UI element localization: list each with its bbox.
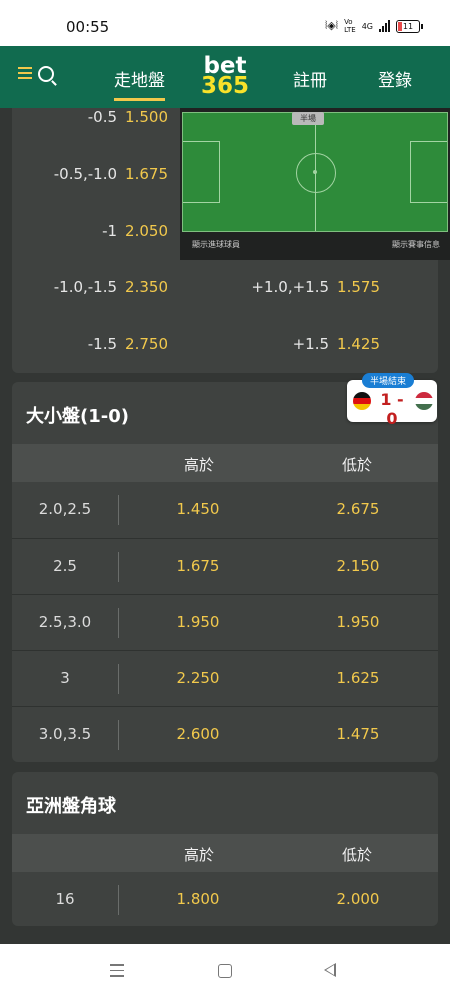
hungary-flag-icon (415, 392, 433, 410)
odds-under[interactable]: 2.150 (278, 557, 438, 575)
odds-over[interactable]: 1.800 (118, 890, 278, 908)
top-nav: 走地盤 bet 365 註冊 登錄 (0, 46, 450, 108)
handicap-odd-home-4[interactable]: -1.0,-1.5 2.350 (54, 278, 168, 296)
column-over: 高於 (184, 456, 215, 474)
match-tracker[interactable]: 半場 顯示進球球員 顯示賽事信息 (180, 108, 450, 260)
show-scorers-link[interactable]: 顯示進球球員 (192, 239, 240, 250)
odds-over[interactable]: 1.675 (118, 557, 278, 575)
asian-corners-card: 亞洲盤角球 高於 低於 16 1.800 2.000 (12, 772, 438, 926)
table-row: 3.0,3.5 2.600 1.475 (12, 706, 438, 763)
over-under-card: 大小盤(1-0) 高於 低於 2.0,2.5 1.450 2.675 2.5 1… (12, 382, 438, 762)
home-icon[interactable] (218, 964, 232, 978)
odds-under[interactable]: 2.000 (278, 890, 438, 908)
odds-under[interactable]: 1.950 (278, 613, 438, 631)
login-button[interactable]: 登錄 (378, 66, 412, 91)
handicap-odd-home-2[interactable]: -0.5,-1.0 1.675 (54, 165, 168, 183)
show-match-info-link[interactable]: 顯示賽事信息 (392, 239, 440, 250)
home-score: 1 (380, 390, 392, 409)
signal-icon (379, 20, 390, 32)
market-content: -0.5 1.500 -0.5,-1.0 1.675 -1 2.050 -1.0,-1… (0, 108, 450, 944)
handicap-odd-home-3[interactable]: -1 2.050 (102, 222, 168, 240)
status-time: 00:55 (66, 18, 110, 36)
handicap-odd-home-5[interactable]: -1.5 2.750 (88, 335, 168, 353)
back-icon[interactable] (324, 963, 336, 977)
handicap-odd-home-1[interactable]: -0.5 1.500 (88, 108, 168, 126)
handicap-odd-away-4[interactable]: +1.0,+1.5 1.575 (251, 278, 380, 296)
odds-over[interactable]: 2.250 (118, 669, 278, 687)
odds-under[interactable]: 1.625 (278, 669, 438, 687)
recent-apps-icon[interactable] (110, 964, 124, 981)
status-icons: ⦚◈⦚ Vo LTE 4G 11 (325, 18, 423, 34)
network-type: 4G (361, 21, 373, 31)
vibrate-icon: ⦚◈⦚ (325, 19, 339, 32)
status-bar: 00:55 ⦚◈⦚ Vo LTE 4G 11 (0, 0, 450, 46)
period-label: 半場 (292, 112, 324, 125)
system-nav-bar (0, 944, 450, 1000)
volte-icon: Vo LTE (344, 18, 356, 34)
register-button[interactable]: 註冊 (293, 66, 327, 91)
menu-icon[interactable] (18, 67, 32, 81)
tab-live-betting[interactable]: 走地盤 (114, 66, 165, 101)
germany-flag-icon (353, 392, 371, 410)
odds-under[interactable]: 1.475 (278, 725, 438, 743)
bet365-logo[interactable]: bet 365 (201, 55, 249, 98)
odds-over[interactable]: 2.600 (118, 725, 278, 743)
table-row: 2.0,2.5 1.450 2.675 (12, 482, 438, 538)
column-under: 低於 (342, 456, 373, 474)
column-over: 高於 (184, 846, 215, 864)
odds-under[interactable]: 2.675 (278, 500, 438, 518)
table-row: 2.5 1.675 2.150 (12, 538, 438, 595)
pitch-graphic (182, 112, 448, 232)
battery-icon: 11 (396, 19, 423, 33)
search-icon[interactable] (38, 66, 54, 82)
table-row: 16 1.800 2.000 (12, 872, 438, 928)
table-row: 2.5,3.0 1.950 1.950 (12, 594, 438, 651)
away-score: 0 (386, 409, 398, 428)
section-title-over-under[interactable]: 大小盤(1-0) (26, 402, 129, 428)
match-status-badge: 半場結束 (362, 373, 415, 388)
live-score-badge[interactable]: 半場結束 1 - 0 (347, 373, 437, 428)
section-title-corners[interactable]: 亞洲盤角球 (26, 792, 116, 818)
battery-level: 11 (402, 21, 414, 31)
odds-over[interactable]: 1.950 (118, 613, 278, 631)
table-header: 高於 低於 (12, 834, 438, 872)
score-text: 1 - 0 (380, 390, 404, 428)
odds-over[interactable]: 1.450 (118, 500, 278, 518)
table-row: 3 2.250 1.625 (12, 650, 438, 707)
table-header: 高於 低於 (12, 444, 438, 482)
handicap-odd-away-5[interactable]: +1.5 1.425 (293, 335, 380, 353)
column-under: 低於 (342, 846, 373, 864)
